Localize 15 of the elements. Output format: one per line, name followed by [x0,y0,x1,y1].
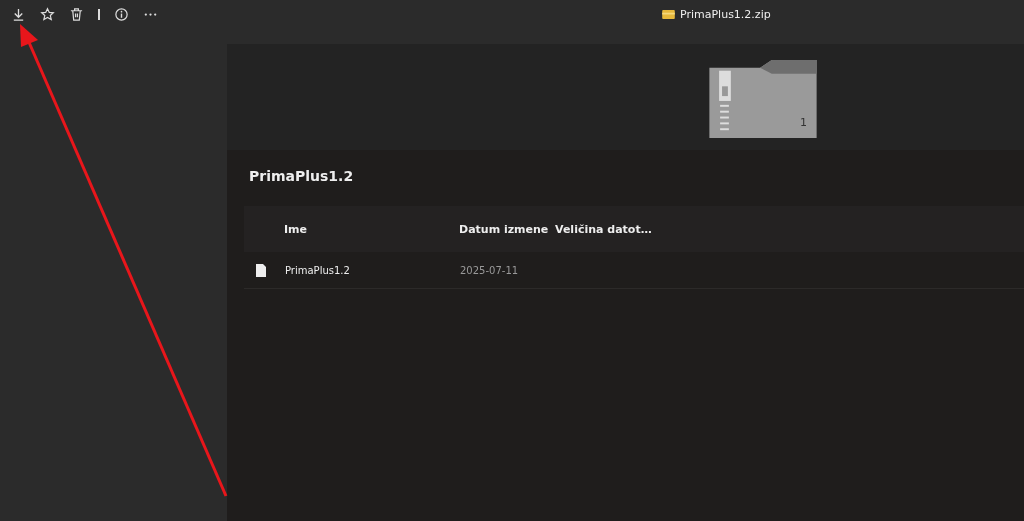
folder-icon [662,10,675,19]
modified-date: 2025-07-11 [460,264,520,276]
item-count: 1 [800,116,807,129]
file-icon [256,263,266,277]
column-header[interactable]: Ime [284,222,459,236]
window-title: PrimaPlus1.2.zip [680,8,771,21]
file-name[interactable]: PrimaPlus1.2 [285,264,460,276]
column-header[interactable]: Datum izmene [459,222,555,236]
star-icon[interactable] [40,7,55,22]
info-icon[interactable] [113,7,129,22]
folder-title: PrimaPlus1.2 [248,168,355,186]
zip-folder-icon [709,60,817,138]
column-header[interactable]: Veličina datot… [555,222,652,236]
download-icon[interactable] [11,7,26,22]
delete-icon[interactable] [69,7,84,22]
